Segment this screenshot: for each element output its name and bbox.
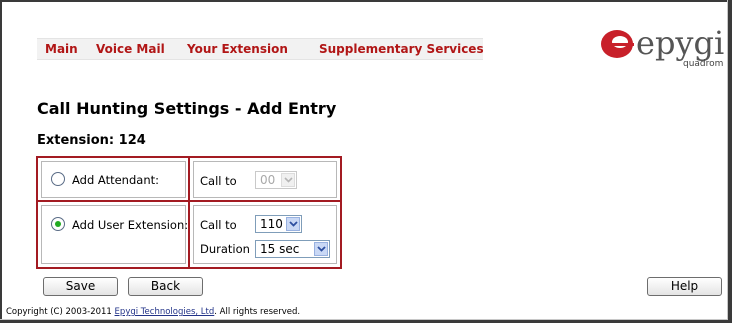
extension-label: Extension: 124 xyxy=(37,133,146,148)
copyright-notice: Copyright (C) 2003-2011 Epygi Technologi… xyxy=(6,307,300,317)
logo-brand-text: epygi xyxy=(636,24,725,62)
copyright-prefix: Copyright (C) 2003-2011 xyxy=(6,307,115,317)
attendant-option-cell: Add Attendant: xyxy=(41,161,186,198)
back-button[interactable]: Back xyxy=(128,277,203,296)
nav-item-voice-mail[interactable]: Voice Mail xyxy=(96,42,165,56)
attendant-call-to-value: 00 xyxy=(260,173,276,187)
top-nav: Main Voice Mail Your Extension Supplemen… xyxy=(37,38,484,60)
nav-item-your-extension[interactable]: Your Extension xyxy=(187,42,288,56)
add-user-extension-label: Add User Extension: xyxy=(72,218,189,232)
user-call-to-value: 110 xyxy=(260,217,283,231)
logo-sub-text: quadrom xyxy=(683,59,724,69)
attendant-call-to-select[interactable]: 00 xyxy=(255,171,297,189)
user-extension-option-cell: Add User Extension: xyxy=(41,205,189,264)
form-column-divider xyxy=(188,158,190,267)
attendant-call-to-label: Call to xyxy=(200,174,237,188)
add-attendant-label: Add Attendant: xyxy=(72,173,159,187)
add-user-extension-radio[interactable] xyxy=(51,217,65,231)
duration-label: Duration xyxy=(200,242,250,256)
nav-item-main[interactable]: Main xyxy=(45,42,78,56)
chevron-down-icon xyxy=(281,173,295,187)
user-call-to-label: Call to xyxy=(200,218,237,232)
nav-item-supplementary-services[interactable]: Supplementary Services xyxy=(319,42,484,56)
attendant-call-to-cell: Call to 00 xyxy=(193,161,337,198)
duration-select[interactable]: 15 sec xyxy=(255,240,330,258)
call-hunting-form: Add Attendant: Call to 00 Add User Exten… xyxy=(36,156,342,269)
page-title: Call Hunting Settings - Add Entry xyxy=(37,99,337,118)
add-attendant-radio[interactable] xyxy=(51,172,65,186)
epygi-logo-icon xyxy=(601,30,634,58)
copyright-suffix: . All rights reserved. xyxy=(214,307,301,317)
chevron-down-icon xyxy=(314,242,328,256)
help-button[interactable]: Help xyxy=(647,277,722,296)
epygi-logo: epygi quadrom xyxy=(600,22,724,80)
user-extension-settings-cell: Call to 110 Duration 15 sec xyxy=(193,205,337,264)
save-button[interactable]: Save xyxy=(43,277,118,296)
chevron-down-icon xyxy=(286,217,300,231)
duration-value: 15 sec xyxy=(260,242,300,256)
epygi-technologies-link[interactable]: Epygi Technologies, Ltd xyxy=(115,307,215,317)
user-call-to-select[interactable]: 110 xyxy=(255,215,302,233)
